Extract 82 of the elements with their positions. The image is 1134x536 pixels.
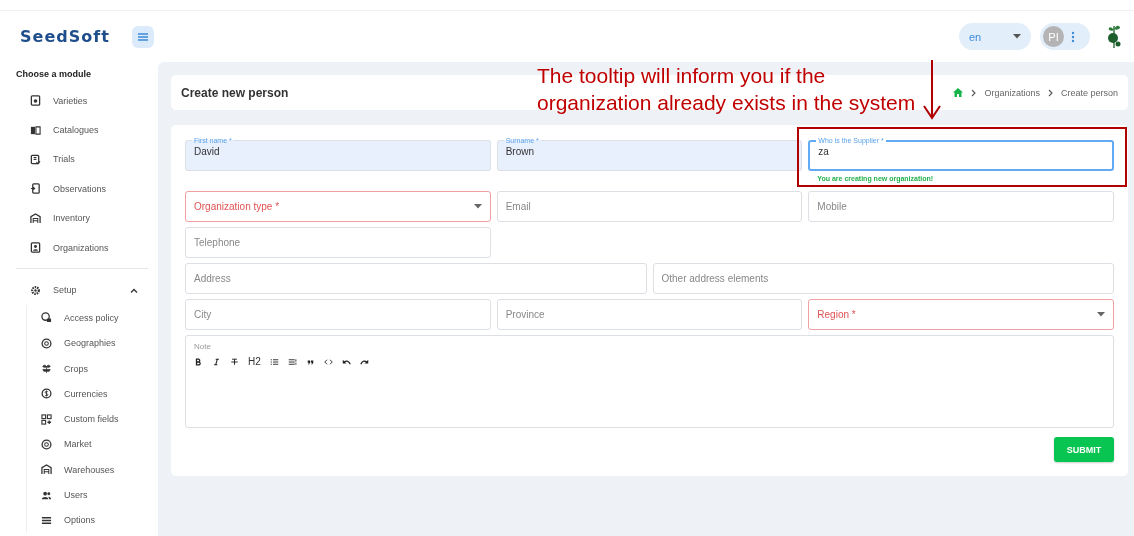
italic-icon[interactable] xyxy=(212,357,221,366)
chevron-right-icon xyxy=(1047,88,1053,97)
bold-icon[interactable] xyxy=(194,357,203,366)
placeholder-text: Organization type * xyxy=(194,201,280,212)
sidebar-item[interactable]: Currencies xyxy=(27,381,158,407)
plant-icon xyxy=(41,363,52,375)
text-field[interactable]: Mobile xyxy=(808,191,1114,222)
caret-icon xyxy=(1013,34,1021,39)
caret-icon xyxy=(1097,312,1105,317)
code-icon[interactable] xyxy=(323,357,333,366)
text-field[interactable]: Email xyxy=(496,191,803,222)
heading-button[interactable]: H2 xyxy=(248,356,261,367)
sidebar-item[interactable]: Warehouses xyxy=(27,457,158,483)
sidebar-item[interactable]: Custom fields xyxy=(27,406,158,432)
sidebar-item[interactable]: Users xyxy=(27,482,158,508)
breadcrumb-link[interactable]: Create person xyxy=(1060,87,1118,98)
sidebar-item[interactable]: Access policy xyxy=(27,305,158,331)
annotation-arrow xyxy=(922,60,942,120)
sidebar-item[interactable]: Setup xyxy=(0,275,158,306)
dropdown-field[interactable]: Organization type * xyxy=(185,191,491,222)
chevron-right-icon xyxy=(971,88,977,97)
placeholder-text: Address xyxy=(194,273,231,284)
globe-icon xyxy=(41,337,52,349)
undo-icon[interactable] xyxy=(341,357,351,366)
placeholder-text: Province xyxy=(505,309,545,320)
book-icon xyxy=(30,124,41,136)
sidebar-item[interactable]: Crops xyxy=(27,355,158,382)
dropdown-field[interactable]: Region * xyxy=(808,299,1114,330)
sidebar-item[interactable]: Varieties xyxy=(0,86,158,116)
sidebar-item[interactable]: Geographies xyxy=(27,330,158,356)
sidebar-item[interactable]: Trials xyxy=(0,144,158,175)
menu-icon xyxy=(136,31,149,42)
phone-icon xyxy=(30,183,41,195)
redo-icon[interactable] xyxy=(359,357,369,366)
globe-icon xyxy=(41,438,52,450)
caret-icon xyxy=(473,204,482,209)
sidebar-item[interactable]: Organizations xyxy=(0,232,158,263)
globe-lock-icon xyxy=(41,312,52,324)
text-field[interactable]: Province xyxy=(496,299,803,330)
breadcrumb-link[interactable]: Organizations xyxy=(984,87,1040,98)
dollar-icon xyxy=(41,388,52,400)
sidebar-item[interactable]: Market xyxy=(27,431,158,458)
portrait-icon xyxy=(30,242,41,254)
quote-icon[interactable] xyxy=(305,357,315,366)
placeholder-text: Other address elements xyxy=(661,273,769,284)
note-editor[interactable]: Note H2 xyxy=(185,335,1114,428)
menu-button[interactable] xyxy=(131,25,154,48)
building-icon xyxy=(30,212,41,224)
placeholder-text: City xyxy=(194,309,212,320)
sidebar-item[interactable]: Inventory xyxy=(0,203,158,233)
clipboard-icon xyxy=(30,153,41,165)
gear-icon xyxy=(30,284,41,296)
field-label: Note xyxy=(194,342,212,351)
text-field[interactable]: Address xyxy=(185,263,647,294)
badge-icon xyxy=(30,95,41,107)
placeholder-text: Email xyxy=(505,201,531,212)
ordered-list-icon[interactable] xyxy=(287,357,297,366)
page-title: Create new person xyxy=(181,85,289,100)
field-value: Brown xyxy=(505,146,535,157)
building-icon xyxy=(41,464,52,476)
annotation-text: The tooltip will inform you if the organization already exists in the system xyxy=(537,63,917,116)
placeholder-text: Telephone xyxy=(194,237,241,248)
sidebar-item[interactable]: Catalogues xyxy=(0,115,158,145)
text-field[interactable]: City xyxy=(185,299,491,330)
people-icon xyxy=(41,489,52,501)
avatar: PI xyxy=(1043,26,1064,47)
field-value: za xyxy=(818,146,830,157)
home-icon[interactable] xyxy=(953,88,964,97)
bullet-list-icon[interactable] xyxy=(269,357,279,366)
logo: SeedSoft xyxy=(20,27,110,46)
grid-icon xyxy=(41,413,52,425)
text-field[interactable]: Telephone xyxy=(185,227,491,258)
placeholder-text: Region * xyxy=(817,309,856,320)
sidebar-heading: Choose a module xyxy=(15,69,92,79)
text-field[interactable]: Other address elements xyxy=(652,263,1114,294)
placeholder-text: Mobile xyxy=(817,201,847,212)
sidebar-item[interactable]: Options xyxy=(27,507,158,533)
strikethrough-icon[interactable] xyxy=(230,357,239,366)
list-icon xyxy=(41,514,52,526)
sidebar-item[interactable]: Observations xyxy=(0,174,158,204)
field-value: David xyxy=(194,146,221,157)
more-icon xyxy=(1071,30,1075,43)
